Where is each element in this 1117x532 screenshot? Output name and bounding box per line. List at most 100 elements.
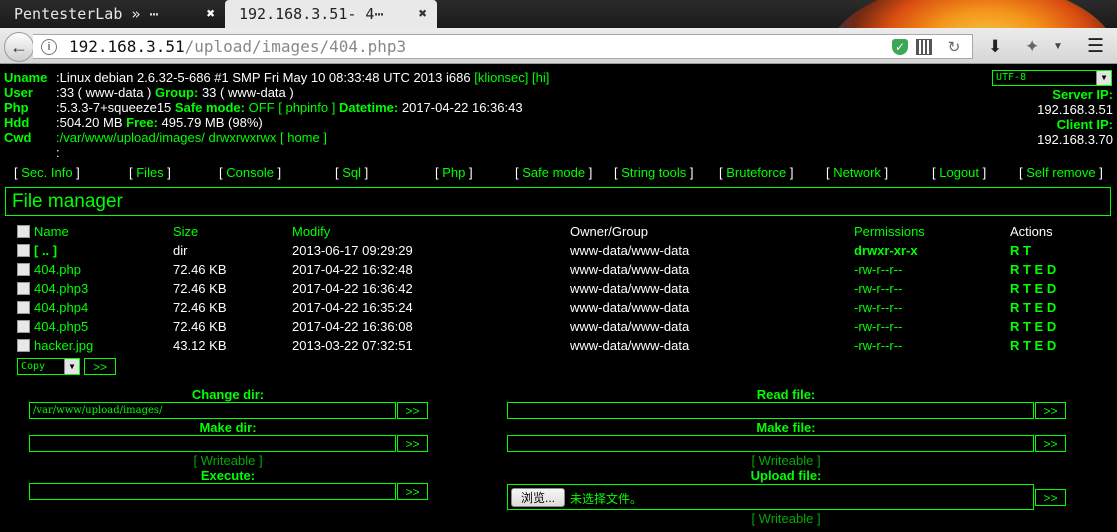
row-checkbox[interactable]: [17, 339, 30, 352]
menu-network[interactable]: [ Network ]: [826, 165, 888, 180]
upload-writeable-label: [ Writeable ]: [751, 511, 821, 526]
file-size: 43.12 KB: [173, 338, 227, 353]
chevron-down-icon[interactable]: ▼: [64, 359, 79, 374]
row-checkbox[interactable]: [17, 263, 30, 276]
make-file-input[interactable]: [507, 435, 1034, 452]
file-actions[interactable]: R T: [1010, 243, 1031, 258]
make-dir-go-button[interactable]: >>: [397, 435, 428, 452]
php-row: Php:5.3.3-7+squeeze15 Safe mode: OFF [ p…: [4, 100, 523, 115]
column-header-name[interactable]: Name: [34, 224, 69, 239]
menu-self-remove[interactable]: [ Self remove ]: [1019, 165, 1103, 180]
execute-input[interactable]: [29, 483, 396, 500]
chevron-down-icon[interactable]: ▼: [1053, 41, 1063, 52]
chevron-down-icon[interactable]: ▼: [1096, 71, 1111, 85]
file-actions[interactable]: R T E D: [1010, 281, 1056, 296]
charset-select[interactable]: UTF-8 ▼: [992, 70, 1112, 86]
file-name-link[interactable]: [ .. ]: [34, 243, 57, 258]
make-dir-input[interactable]: [29, 435, 396, 452]
browse-button[interactable]: 浏览...: [511, 488, 565, 507]
tab-bar: PentesterLab » ⋯ ✖ 192.168.3.51- 4⋯ ✖: [0, 0, 1117, 28]
download-icon[interactable]: ⬇: [988, 37, 1002, 57]
upload-file-go-button[interactable]: >>: [1035, 489, 1066, 506]
file-perms[interactable]: -rw-r--r--: [854, 281, 902, 296]
hdd-row: Hdd:504.20 MB Free: 495.79 MB (98%): [4, 115, 263, 130]
read-file-go-button[interactable]: >>: [1035, 402, 1066, 419]
hdd-label: Hdd: [4, 115, 30, 130]
file-name-link[interactable]: 404.php3: [34, 281, 88, 296]
tab-pentesterlab[interactable]: PentesterLab » ⋯ ✖: [0, 0, 225, 28]
cwd-value[interactable]: :/var/www/upload/images/: [56, 130, 205, 145]
file-actions[interactable]: R T E D: [1010, 338, 1056, 353]
row-checkbox[interactable]: [17, 244, 30, 257]
file-perms[interactable]: drwxr-xr-x: [854, 243, 918, 258]
shield-icon[interactable]: ✓: [892, 39, 908, 55]
phpinfo-link[interactable]: [ phpinfo ]: [278, 100, 335, 115]
file-actions[interactable]: R T E D: [1010, 262, 1056, 277]
user-row: User:33 ( www-data ) Group: 33 ( www-dat…: [4, 85, 294, 100]
read-file-input[interactable]: [507, 402, 1034, 419]
menu-sec-info[interactable]: [ Sec. Info ]: [14, 165, 80, 180]
file-name-link[interactable]: hacker.jpg: [34, 338, 93, 353]
file-actions[interactable]: R T E D: [1010, 300, 1056, 315]
url-bar[interactable]: i 192.168.3.51/upload/images/404.php3 ✓ …: [33, 34, 973, 59]
group-label: Group:: [155, 85, 199, 100]
safemode-label: Safe mode:: [174, 100, 245, 115]
reload-icon[interactable]: ↻: [946, 39, 962, 56]
file-modify: 2017-04-22 16:36:08: [292, 319, 413, 334]
bulk-action-go-button[interactable]: >>: [84, 358, 116, 375]
column-header-permissions[interactable]: Permissions: [854, 224, 925, 239]
row-checkbox[interactable]: [17, 320, 30, 333]
file-name-link[interactable]: 404.php5: [34, 319, 88, 334]
row-checkbox[interactable]: [17, 301, 30, 314]
change-dir-input[interactable]: /var/www/upload/images/: [29, 402, 396, 419]
file-perms[interactable]: -rw-r--r--: [854, 338, 902, 353]
file-actions[interactable]: R T E D: [1010, 319, 1056, 334]
safemode-value: OFF: [248, 100, 275, 115]
uname-row: Uname:Linux debian 2.6.32-5-686 #1 SMP F…: [4, 70, 549, 85]
menu-files[interactable]: [ Files ]: [129, 165, 171, 180]
column-header-modify[interactable]: Modify: [292, 224, 330, 239]
change-dir-go-button[interactable]: >>: [397, 402, 428, 419]
change-dir-label: Change dir:: [191, 387, 265, 402]
back-button[interactable]: ←: [4, 32, 34, 62]
menu-sql[interactable]: [ Sql ]: [335, 165, 368, 180]
file-manager-header: File manager: [5, 187, 1111, 216]
uname-links[interactable]: [klionsec] [hi]: [474, 70, 549, 85]
menu-string-tools[interactable]: [ String tools ]: [614, 165, 694, 180]
datetime-label: Datetime:: [338, 100, 399, 115]
file-modify: 2013-06-17 09:29:29: [292, 243, 413, 258]
url-text[interactable]: 192.168.3.51/upload/images/404.php3: [69, 37, 406, 56]
file-size: 72.46 KB: [173, 300, 227, 315]
menu-php[interactable]: [ Php ]: [435, 165, 473, 180]
uname-value: :Linux debian 2.6.32-5-686 #1 SMP Fri Ma…: [56, 70, 471, 85]
tab-active-shell[interactable]: 192.168.3.51- 4⋯ ✖: [225, 0, 437, 28]
url-host: 192.168.3.51: [69, 37, 185, 56]
file-perms[interactable]: -rw-r--r--: [854, 319, 902, 334]
row-checkbox[interactable]: [17, 282, 30, 295]
file-name-link[interactable]: 404.php: [34, 262, 81, 277]
free-label: Free:: [126, 115, 158, 130]
close-icon[interactable]: ✖: [207, 6, 215, 22]
execute-go-button[interactable]: >>: [397, 483, 428, 500]
file-name-link[interactable]: 404.php4: [34, 300, 88, 315]
home-link[interactable]: [ home ]: [280, 130, 327, 145]
menu-safe-mode[interactable]: [ Safe mode ]: [515, 165, 592, 180]
qr-code-icon[interactable]: [916, 39, 932, 55]
file-owner: www-data/www-data: [570, 338, 690, 353]
make-file-go-button[interactable]: >>: [1035, 435, 1066, 452]
column-header-size[interactable]: Size: [173, 224, 198, 239]
file-perms[interactable]: -rw-r--r--: [854, 300, 902, 315]
close-icon[interactable]: ✖: [419, 6, 427, 22]
upload-file-input[interactable]: 浏览... 未选择文件。: [507, 484, 1034, 510]
menu-logout[interactable]: [ Logout ]: [932, 165, 986, 180]
extension-icon[interactable]: ✦: [1025, 37, 1039, 57]
file-size: 72.46 KB: [173, 262, 227, 277]
file-perms[interactable]: -rw-r--r--: [854, 262, 902, 277]
hamburger-menu-icon[interactable]: ☰: [1087, 35, 1104, 58]
menu-bruteforce[interactable]: [ Bruteforce ]: [719, 165, 793, 180]
menu-console[interactable]: [ Console ]: [219, 165, 281, 180]
bulk-action-select[interactable]: Copy ▼: [17, 358, 80, 375]
info-icon[interactable]: i: [41, 38, 57, 55]
cwd-perms: drwxrwxrwx: [208, 130, 277, 145]
select-all-checkbox[interactable]: [17, 225, 30, 238]
